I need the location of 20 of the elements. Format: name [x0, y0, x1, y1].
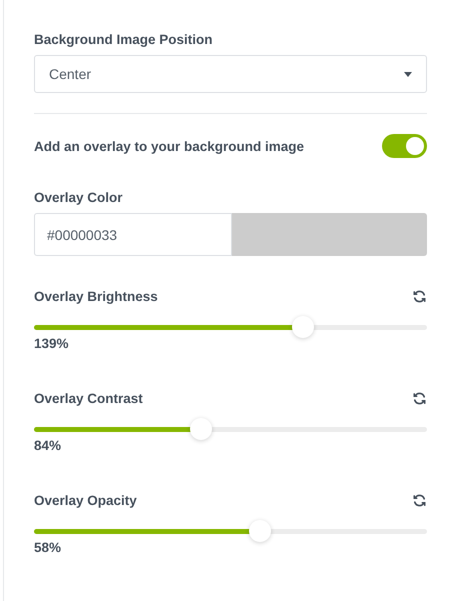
slider-thumb[interactable] — [248, 520, 271, 542]
slider-label: Overlay Contrast — [34, 391, 143, 406]
position-select[interactable]: Center — [34, 55, 427, 93]
field-label: Overlay Color — [34, 190, 124, 205]
slider-value: 58% — [34, 540, 62, 555]
caret-icon — [404, 72, 412, 76]
slider-thumb[interactable] — [292, 316, 314, 338]
toggle-label: Add an overlay to your background image — [34, 138, 304, 154]
slider-label: Overlay Brightness — [34, 289, 158, 304]
slider-value: 139% — [34, 336, 70, 351]
field-label: Background Image Position — [34, 32, 214, 47]
slider-label: Overlay Opacity — [34, 493, 137, 508]
reset-icon[interactable] — [412, 391, 427, 406]
reset-icon[interactable] — [412, 289, 427, 304]
reset-icon[interactable] — [412, 493, 427, 508]
color-input[interactable]: #00000033 — [34, 213, 232, 256]
overlay-toggle[interactable] — [382, 134, 427, 158]
slider-value: 84% — [34, 438, 62, 453]
color-swatch[interactable] — [232, 213, 427, 256]
slider-thumb[interactable] — [190, 418, 212, 440]
